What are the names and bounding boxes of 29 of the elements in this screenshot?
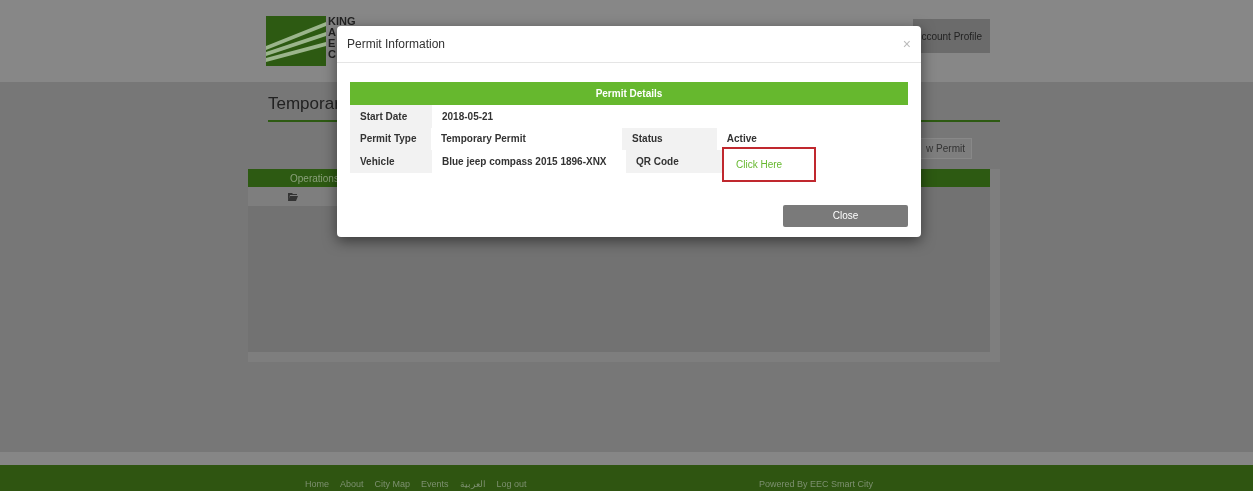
column-header: Operations [290,172,339,184]
account-profile-button[interactable]: ccount Profile [913,19,990,53]
field-value: Temporary Permit [439,132,527,147]
close-button[interactable]: Close [783,204,908,227]
footer-link[interactable]: Log out [496,479,527,489]
page-title: Temporar [268,94,340,113]
footer-link[interactable]: City Map [374,479,411,489]
folder-icon[interactable] [288,192,298,201]
vertical-scrollbar[interactable] [990,169,1000,362]
field-label: Permit Type [350,127,431,150]
qr-code-link[interactable]: Click Here [722,147,816,182]
logo-text: A [328,27,337,38]
field-label: Status [622,127,717,150]
footer-credit: Powered By EEC Smart City [758,479,873,489]
field-label: Vehicle [350,150,432,173]
logo-icon [266,16,326,66]
dialog-title: Permit Information [347,37,446,51]
field-value: Blue jeep compass 2015 1896-XNX [441,154,608,169]
logo-text: C [328,49,337,60]
footer-link[interactable]: العربية [459,479,486,489]
field-label: QR Code [626,150,722,173]
footer-link[interactable]: Events [421,479,449,489]
field-value: 2018-05-21 [441,109,495,124]
footer-link[interactable]: Home [305,479,329,489]
logo-text: KING [328,16,356,27]
field-label: Start Date [350,105,432,128]
footer-link[interactable]: About [340,479,364,489]
field-value: Active [725,132,758,147]
section-header: Permit Details [350,82,908,105]
